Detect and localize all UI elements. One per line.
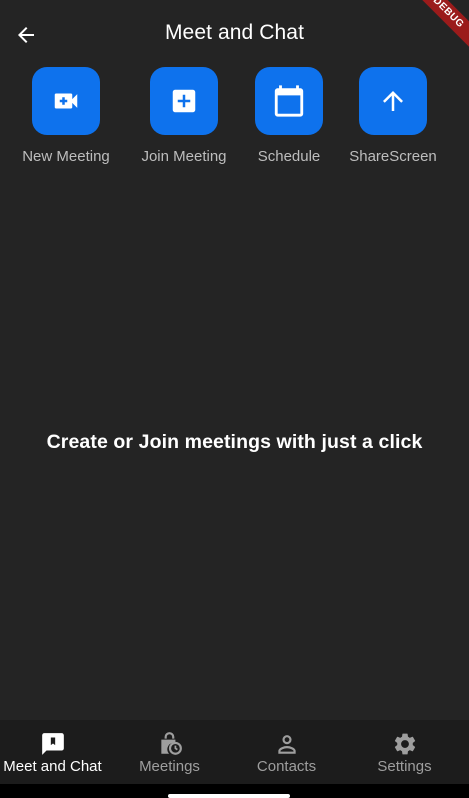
join-meeting-label: Join Meeting bbox=[141, 148, 227, 165]
sharescreen-action[interactable]: ShareScreen bbox=[346, 67, 440, 165]
person-icon bbox=[274, 731, 300, 757]
nav-label-meetings: Meetings bbox=[139, 758, 200, 775]
nav-item-meet-and-chat[interactable]: Meet and Chat bbox=[0, 720, 111, 784]
nav-item-meetings[interactable]: Meetings bbox=[111, 720, 228, 784]
gear-icon bbox=[392, 731, 418, 757]
page-title: Meet and Chat bbox=[164, 21, 305, 44]
app-bar: Meet and Chat DEBUG bbox=[0, 0, 469, 70]
nav-item-settings[interactable]: Settings bbox=[346, 720, 463, 784]
videocam-icon bbox=[54, 93, 78, 109]
nav-label-settings: Settings bbox=[377, 758, 432, 775]
schedule-button[interactable] bbox=[255, 67, 323, 135]
nav-item-contacts[interactable]: Contacts bbox=[228, 720, 345, 784]
arrow-up-icon bbox=[383, 91, 403, 111]
action-row: New Meeting Join Meeting Schedule ShareS… bbox=[0, 67, 469, 177]
new-meeting-action[interactable]: New Meeting bbox=[19, 67, 113, 165]
schedule-label: Schedule bbox=[257, 148, 321, 165]
bottom-nav: Meet and Chat Meetings Contacts Settings bbox=[0, 720, 469, 784]
lock-clock-icon bbox=[157, 731, 183, 757]
sharescreen-button[interactable] bbox=[359, 67, 427, 135]
join-meeting-action[interactable]: Join Meeting bbox=[137, 67, 231, 165]
new-meeting-label: New Meeting bbox=[22, 148, 110, 165]
schedule-action[interactable]: Schedule bbox=[242, 67, 336, 165]
home-indicator[interactable] bbox=[168, 794, 290, 798]
new-meeting-button[interactable] bbox=[32, 67, 100, 135]
sharescreen-label: ShareScreen bbox=[349, 148, 437, 165]
calendar-icon bbox=[274, 85, 304, 117]
nav-label-meet-and-chat: Meet and Chat bbox=[3, 758, 102, 775]
nav-label-contacts: Contacts bbox=[256, 758, 317, 775]
add-box-icon bbox=[172, 89, 196, 113]
join-meeting-button[interactable] bbox=[150, 67, 218, 135]
empty-state-message: Create or Join meetings with just a clic… bbox=[46, 431, 423, 453]
chat-bubble-icon bbox=[40, 731, 66, 757]
